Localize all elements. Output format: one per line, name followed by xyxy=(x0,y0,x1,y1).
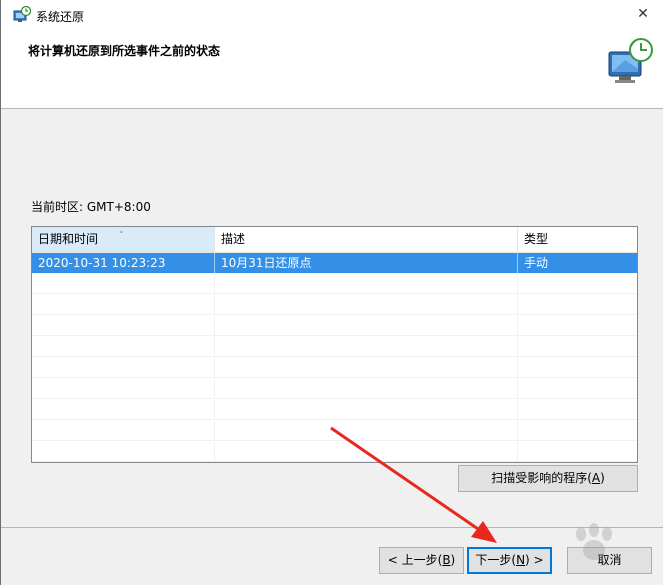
table-row[interactable]: 2020-10-31 10:23:23 10月31日还原点 手动 xyxy=(32,253,637,273)
empty-row xyxy=(32,295,637,315)
title-bar: 系统还原 ✕ xyxy=(1,0,663,30)
empty-row xyxy=(32,421,637,441)
annotation-arrow-head xyxy=(471,521,497,543)
header-panel: 将计算机还原到所选事件之前的状态 xyxy=(1,30,663,109)
close-icon[interactable]: ✕ xyxy=(637,6,649,22)
window-title: 系统还原 xyxy=(36,10,85,24)
cell-description: 10月31日还原点 xyxy=(215,253,518,273)
system-restore-icon xyxy=(13,6,31,22)
cell-type: 手动 xyxy=(524,256,549,270)
cell-date: 2020-10-31 10:23:23 xyxy=(32,253,215,273)
column-header-label: 类型 xyxy=(524,232,549,246)
column-header-type[interactable]: 类型 xyxy=(518,227,637,252)
footer-divider xyxy=(1,527,663,528)
page-title: 将计算机还原到所选事件之前的状态 xyxy=(28,44,221,58)
empty-row xyxy=(32,379,637,399)
empty-row xyxy=(32,400,637,420)
sort-down-icon: ⌄ xyxy=(118,226,125,235)
restore-point-list[interactable]: 日期和时间 ⌄ 描述 类型 2020-10-31 10:23:23 10月31日… xyxy=(31,226,638,463)
next-button[interactable]: 下一步(N) > xyxy=(467,547,552,574)
empty-row xyxy=(32,316,637,336)
back-button[interactable]: < 上一步(B) xyxy=(379,547,464,574)
timezone-label: 当前时区: GMT+8:00 xyxy=(31,200,151,214)
close-button[interactable]: ✕ xyxy=(633,4,653,24)
cancel-button[interactable]: 取消 xyxy=(567,547,652,574)
restore-computer-icon xyxy=(608,38,653,83)
empty-row xyxy=(32,442,637,462)
empty-row xyxy=(32,274,637,294)
column-header-date[interactable]: 日期和时间 ⌄ xyxy=(32,227,215,252)
empty-row xyxy=(32,337,637,357)
column-header-description[interactable]: 描述 xyxy=(215,227,518,252)
scan-affected-programs-button[interactable]: 扫描受影响的程序(A) xyxy=(458,465,638,492)
empty-row xyxy=(32,358,637,378)
table-header: 日期和时间 ⌄ 描述 类型 xyxy=(32,227,637,253)
column-header-label: 日期和时间 xyxy=(38,232,99,246)
system-restore-window: 系统还原 ✕ 将计算机还原到所选事件之前的状态 当前时区: GMT+8:00 日… xyxy=(0,0,663,585)
column-header-label: 描述 xyxy=(221,232,246,246)
